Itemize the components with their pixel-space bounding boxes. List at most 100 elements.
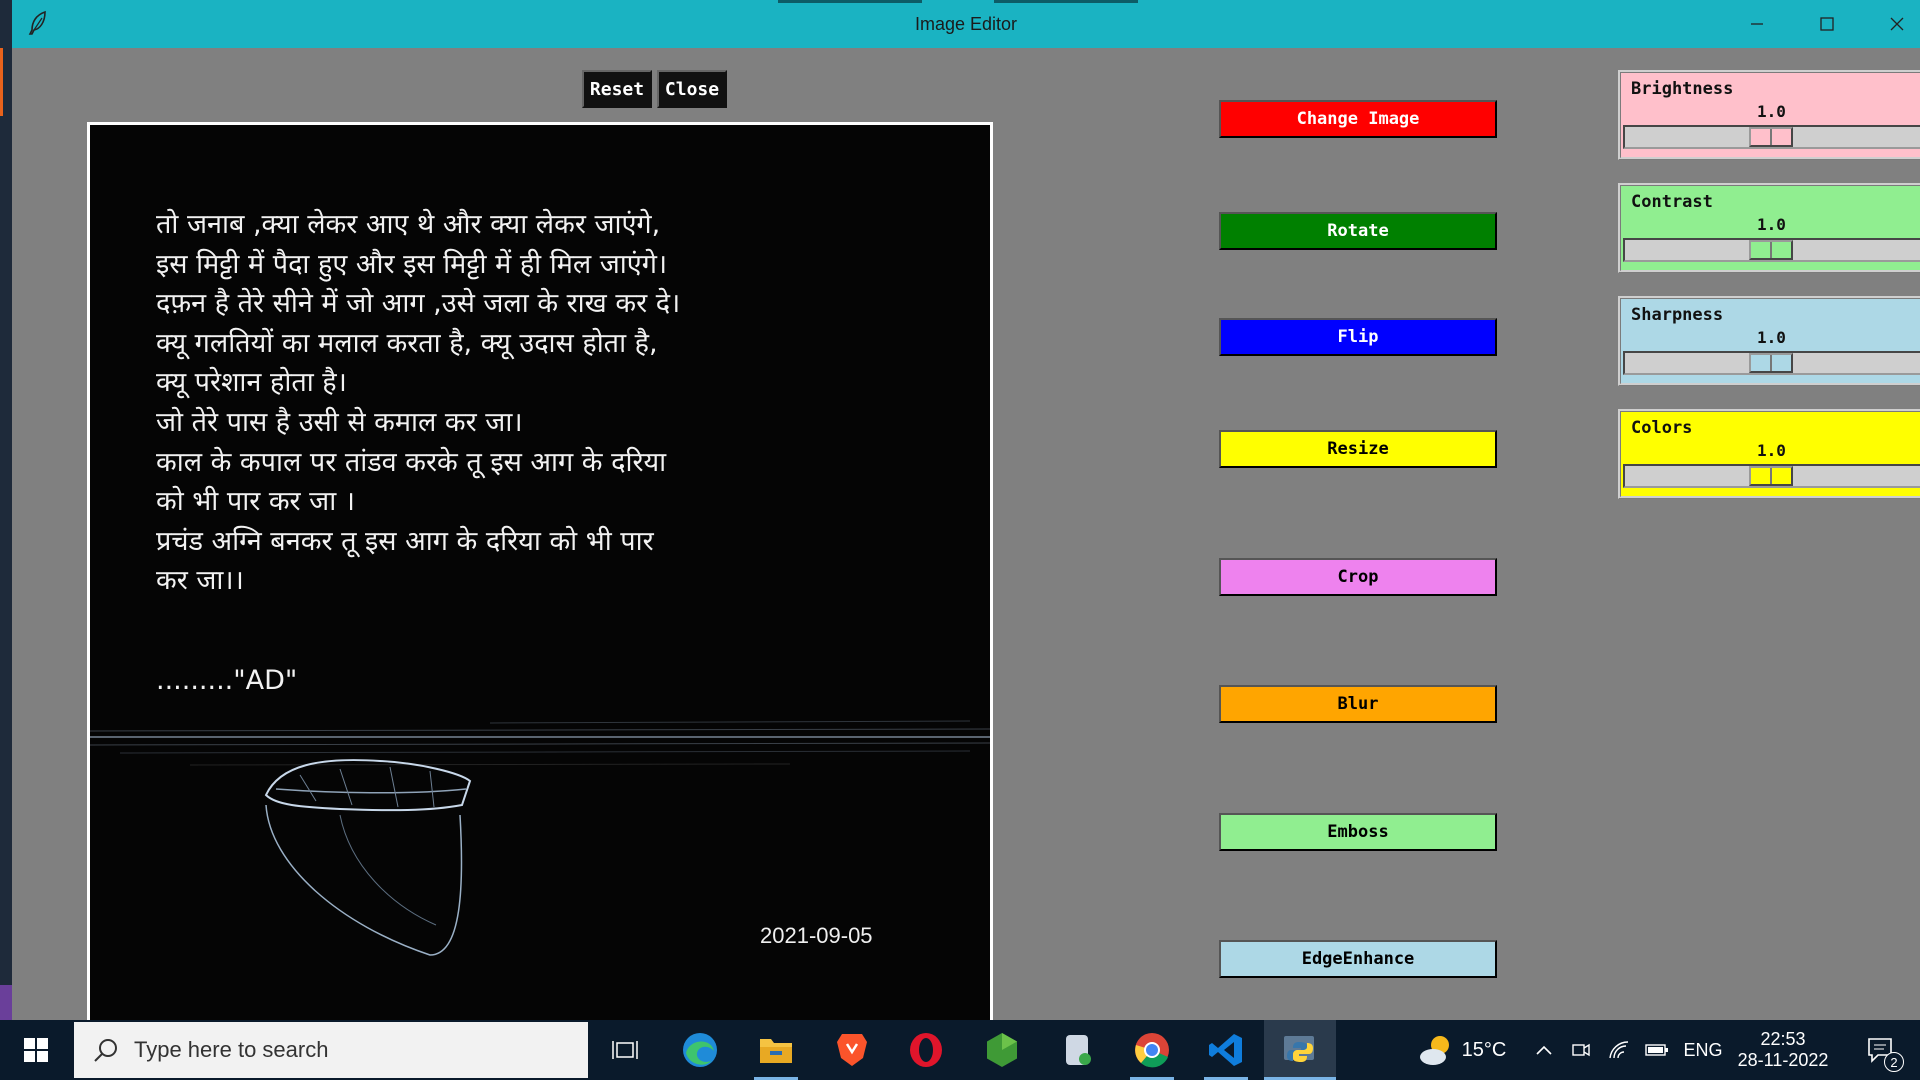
chrome-taskbar-button[interactable] — [1116, 1020, 1188, 1080]
edge-taskbar-button[interactable] — [664, 1020, 736, 1080]
wifi-icon — [1609, 1041, 1629, 1059]
contrast-slider-track[interactable] — [1623, 238, 1920, 262]
python-icon — [1284, 1036, 1314, 1062]
poem-signature: ........."AD" — [156, 665, 298, 696]
battery-button[interactable] — [1640, 1020, 1674, 1080]
colors-slider-panel: Colors 1.0 — [1618, 409, 1920, 499]
brave-icon — [837, 1034, 867, 1066]
task-view-button[interactable] — [590, 1020, 660, 1080]
poem-line: जो तेरे पास है उसी से कमाल कर जा। — [156, 406, 523, 438]
brightness-value: 1.0 — [1757, 102, 1786, 121]
search-icon — [94, 1039, 117, 1062]
colors-label: Colors — [1631, 418, 1693, 438]
meet-now-button[interactable] — [1566, 1020, 1596, 1080]
nodejs-icon — [987, 1033, 1017, 1067]
image-canvas[interactable]: तो जनाब ,क्या लेकर आए थे और क्या लेकर जा… — [90, 125, 990, 1029]
poem-line: क्यू परेशान होता है। — [156, 367, 347, 399]
notification-center-button[interactable]: 2 — [1850, 1020, 1910, 1080]
brightness-slider-thumb[interactable] — [1749, 127, 1793, 147]
weather-partly-cloudy-icon — [1419, 1036, 1449, 1065]
sharpness-slider-thumb[interactable] — [1749, 353, 1793, 373]
opera-icon — [910, 1033, 942, 1067]
nodejs-taskbar-button[interactable] — [966, 1020, 1038, 1080]
minimize-icon — [1751, 23, 1763, 25]
chrome-icon — [1135, 1033, 1169, 1068]
clock[interactable]: 22:53 28-11-2022 — [1730, 1020, 1836, 1080]
close-button[interactable]: Close — [657, 70, 727, 108]
poem-text-block: तो जनाब ,क्या लेकर आए थे और क्या लेकर जा… — [156, 205, 680, 601]
edge-enhance-button[interactable]: EdgeEnhance — [1219, 940, 1497, 978]
desktop-accent-orange — [0, 48, 3, 116]
battery-icon — [1645, 1044, 1668, 1056]
colors-value: 1.0 — [1757, 441, 1786, 460]
window-titlebar[interactable]: Image Editor — [12, 0, 1920, 48]
language-label: ENG — [1683, 1039, 1723, 1060]
poem-line: तो जनाब ,क्या लेकर आए थे और क्या लेकर जा… — [156, 209, 661, 240]
windows-logo-icon — [24, 1038, 48, 1062]
weather-widget[interactable]: 15°C — [1414, 1020, 1510, 1080]
blur-button[interactable]: Blur — [1219, 685, 1497, 723]
python-taskbar-button[interactable] — [1264, 1020, 1336, 1080]
file-explorer-taskbar-button[interactable] — [740, 1020, 812, 1080]
sharpness-slider-panel: Sharpness 1.0 — [1618, 296, 1920, 386]
sharpness-label: Sharpness — [1631, 305, 1724, 325]
photo-date: 2021-09-05 — [760, 923, 873, 948]
brightness-label: Brightness — [1631, 79, 1734, 99]
maximize-button[interactable] — [1792, 0, 1862, 48]
opera-taskbar-button[interactable] — [890, 1020, 962, 1080]
chevron-up-icon — [1536, 1045, 1552, 1055]
desktop-background-strip — [0, 0, 12, 1020]
poem-line: क्यू गलतियों का मलाल करता है, क्यू उदास … — [156, 327, 658, 359]
screen: Image Editor Reset Close तो जनाब ,क्या ल… — [0, 0, 1920, 1080]
window-close-button[interactable] — [1862, 0, 1920, 48]
editor-client-area: Reset Close तो जनाब ,क्या लेकर आए थे और … — [12, 48, 1920, 1032]
emboss-button[interactable]: Emboss — [1219, 813, 1497, 851]
rotate-button[interactable]: Rotate — [1219, 212, 1497, 250]
minimize-button[interactable] — [1722, 0, 1792, 48]
poem-line: को भी पार कर जा । — [156, 486, 356, 518]
colors-slider-thumb[interactable] — [1749, 466, 1793, 486]
reset-button[interactable]: Reset — [582, 70, 652, 108]
contrast-slider-panel: Contrast 1.0 — [1618, 183, 1920, 273]
flip-button[interactable]: Flip — [1219, 318, 1497, 356]
disk-app-icon — [1066, 1035, 1091, 1065]
task-view-icon — [612, 1041, 638, 1059]
vscode-icon — [1209, 1034, 1242, 1066]
poem-line: काल के कपाल पर तांडव करके तू इस आग के दर… — [156, 446, 667, 478]
vscode-taskbar-button[interactable] — [1190, 1020, 1262, 1080]
taskbar-tab-indicator — [994, 0, 1138, 3]
clock-time: 22:53 — [1760, 1029, 1806, 1049]
contrast-slider-thumb[interactable] — [1749, 240, 1793, 260]
poem-line: प्रचंड अग्नि बनकर तू इस आग के दरिया को भ… — [156, 525, 654, 557]
taskbar-search-box[interactable] — [74, 1022, 588, 1078]
colors-slider-track[interactable] — [1623, 464, 1920, 488]
search-input[interactable] — [134, 1037, 574, 1063]
poem-line: दफ़न है तेरे सीने में जो आग ,उसे जला के … — [156, 288, 681, 320]
resize-button[interactable]: Resize — [1219, 430, 1497, 468]
poem-line: कर जा।। — [156, 565, 244, 597]
camera-icon — [1572, 1043, 1590, 1057]
windows-taskbar: 15°C ENG 22:53 28-11-2022 2 — [0, 1020, 1920, 1080]
language-indicator[interactable]: ENG — [1680, 1020, 1726, 1080]
close-icon — [1890, 17, 1904, 31]
notification-count-badge: 2 — [1884, 1052, 1904, 1072]
poem-line: इस मिट्टी में पैदा हुए और इस मिट्टी में … — [156, 248, 668, 280]
clock-date: 28-11-2022 — [1737, 1050, 1829, 1070]
disk-app-taskbar-button[interactable] — [1042, 1020, 1114, 1080]
file-explorer-icon — [760, 1039, 792, 1063]
edge-icon — [683, 1033, 717, 1067]
contrast-label: Contrast — [1631, 192, 1713, 212]
show-hidden-icons-button[interactable] — [1528, 1020, 1560, 1080]
start-button[interactable] — [0, 1020, 72, 1080]
brightness-slider-track[interactable] — [1623, 125, 1920, 149]
contrast-value: 1.0 — [1757, 215, 1786, 234]
brightness-slider-panel: Brightness 1.0 — [1618, 70, 1920, 160]
crop-button[interactable]: Crop — [1219, 558, 1497, 596]
maximize-icon — [1820, 17, 1834, 31]
sharpness-value: 1.0 — [1757, 328, 1786, 347]
sharpness-slider-track[interactable] — [1623, 351, 1920, 375]
change-image-button[interactable]: Change Image — [1219, 100, 1497, 138]
network-button[interactable] — [1604, 1020, 1634, 1080]
brave-taskbar-button[interactable] — [816, 1020, 888, 1080]
image-canvas-frame: तो जनाब ,क्या लेकर आए थे और क्या लेकर जा… — [87, 122, 993, 1032]
